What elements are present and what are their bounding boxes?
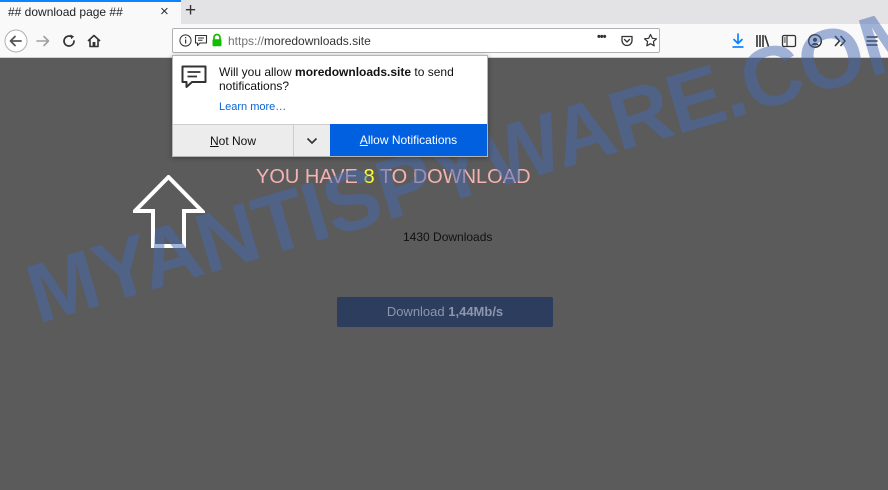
allow-label: llow Notifications xyxy=(367,133,458,147)
not-now-label: ot Now xyxy=(218,134,257,148)
not-now-button[interactable]: Not Now xyxy=(173,124,293,156)
popup-message: Will you allow moredownloads.site to sen… xyxy=(219,65,481,93)
reload-icon[interactable] xyxy=(61,33,77,49)
bookmark-star-icon[interactable] xyxy=(643,33,658,48)
close-tab-icon[interactable]: × xyxy=(160,4,169,20)
page-actions-icon[interactable]: ••• xyxy=(597,31,607,43)
popup-dropdown-button[interactable] xyxy=(293,124,330,156)
forward-arrow-icon[interactable] xyxy=(35,33,51,49)
popup-site: moredownloads.site xyxy=(295,65,412,79)
new-tab-icon[interactable]: + xyxy=(185,0,196,22)
url-host: moredownloads.site xyxy=(264,34,371,48)
tab-bar: ## download page ## × + xyxy=(0,0,888,24)
allow-notifications-button[interactable]: Allow Notifications xyxy=(330,124,487,156)
download-button[interactable]: Download 1,44Mb/s xyxy=(337,297,553,327)
chat-bubble-icon xyxy=(181,65,207,88)
back-arrow-icon[interactable] xyxy=(4,29,28,53)
learn-more-link[interactable]: Learn more… xyxy=(219,101,286,113)
url-scheme: https:// xyxy=(228,34,265,48)
pocket-icon[interactable] xyxy=(620,34,634,48)
home-icon[interactable] xyxy=(86,33,102,49)
lock-icon[interactable] xyxy=(211,33,223,47)
address-bar[interactable]: https://moredownloads.site ••• xyxy=(172,28,660,53)
download-button-label: Download xyxy=(386,304,449,319)
notification-permission-icon[interactable] xyxy=(194,34,208,47)
chevron-down-icon xyxy=(306,137,318,144)
notification-permission-popup: Will you allow moredownloads.site to sen… xyxy=(172,55,488,157)
url-text[interactable]: https://moredownloads.site xyxy=(228,34,371,48)
allow-accesskey: A xyxy=(359,133,368,147)
download-speed: 1,44Mb/s xyxy=(448,304,504,319)
tab-title: ## download page ## xyxy=(8,5,123,19)
not-now-accesskey: N xyxy=(209,134,219,148)
tab-download-page[interactable]: ## download page ## × xyxy=(0,0,181,24)
popup-prefix: Will you allow xyxy=(219,65,296,79)
info-icon[interactable] xyxy=(179,34,192,47)
